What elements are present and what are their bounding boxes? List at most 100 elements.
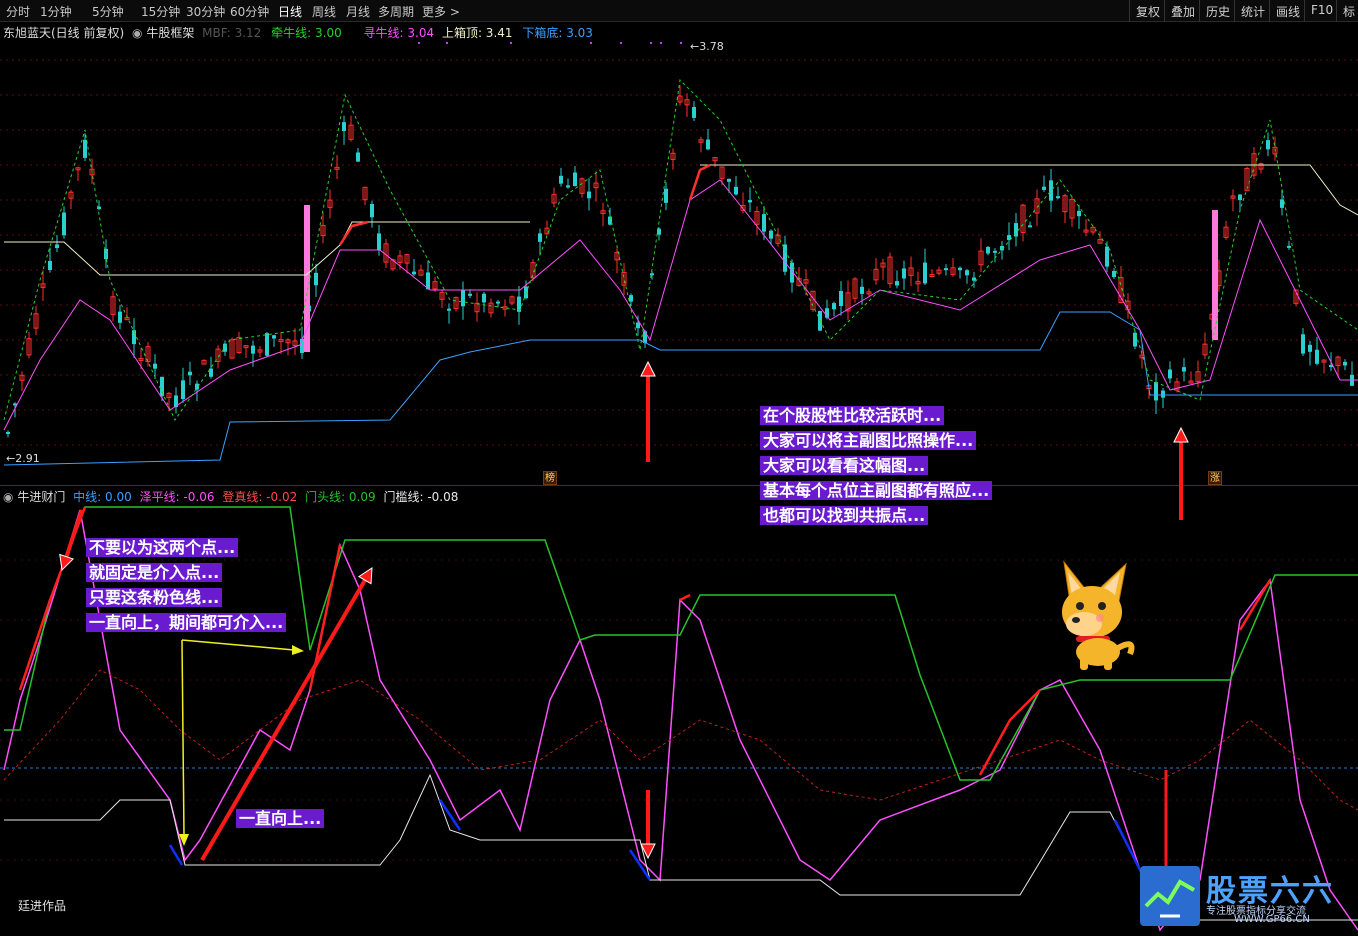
red-arrow-head bbox=[1173, 426, 1189, 443]
candle-body bbox=[965, 270, 969, 276]
signal-dot bbox=[510, 42, 512, 44]
candle-body bbox=[188, 371, 192, 376]
candle-body bbox=[636, 322, 640, 329]
candle-body bbox=[944, 268, 948, 271]
candle-body bbox=[342, 122, 346, 131]
highlight-segment bbox=[338, 220, 369, 246]
main-indicator-lines bbox=[3, 78, 1358, 466]
candle-body bbox=[895, 281, 899, 286]
yellow-pointer-head bbox=[292, 645, 304, 655]
candle-body bbox=[769, 230, 773, 239]
event-tag[interactable]: 涨 bbox=[1208, 471, 1222, 485]
candle-body bbox=[923, 262, 927, 284]
signal-dot bbox=[650, 42, 652, 44]
candle-body bbox=[958, 267, 962, 271]
candle-body bbox=[1056, 196, 1060, 199]
candle-body bbox=[1280, 199, 1284, 208]
arrow-left-icon: ← bbox=[6, 452, 16, 465]
box-top-line bbox=[700, 164, 1358, 216]
candle-body bbox=[1182, 367, 1186, 372]
signal-dot bbox=[590, 42, 592, 44]
event-tag[interactable]: 榜 bbox=[543, 471, 557, 485]
candle-body bbox=[1287, 245, 1291, 248]
arrow-left-icon: ← bbox=[690, 40, 700, 53]
candle-body bbox=[181, 380, 185, 400]
red-arrow-head bbox=[59, 553, 74, 572]
red-arrow-head bbox=[640, 360, 656, 377]
candle-body bbox=[265, 333, 269, 356]
candle-body bbox=[706, 139, 710, 150]
red-arrow bbox=[64, 509, 84, 558]
highlight-segment bbox=[688, 163, 711, 201]
candle-body bbox=[461, 289, 465, 307]
candle-body bbox=[566, 185, 570, 188]
candle-body bbox=[1161, 390, 1165, 398]
signal-dot bbox=[620, 42, 622, 44]
candle-body bbox=[629, 295, 633, 302]
menkan-low-segment bbox=[168, 844, 184, 866]
signal-dot bbox=[680, 42, 682, 44]
candle-body bbox=[1112, 270, 1116, 277]
high-price-label: ←3.78 bbox=[690, 40, 724, 53]
author-credit: 廷进作品 bbox=[18, 899, 67, 913]
yellow-pointer bbox=[181, 639, 295, 651]
candle-body bbox=[762, 214, 766, 232]
candle-body bbox=[692, 106, 696, 118]
signal-dot bbox=[446, 42, 448, 44]
candle-body bbox=[447, 308, 451, 311]
chart-canvas[interactable] bbox=[0, 0, 1358, 936]
stock-chart-icon bbox=[1140, 866, 1200, 926]
candle-body bbox=[1315, 349, 1319, 364]
candle-body bbox=[783, 244, 787, 272]
dengzhen-strong bbox=[679, 593, 691, 602]
candle-body bbox=[573, 172, 577, 187]
candle-body bbox=[902, 268, 906, 279]
candle-body bbox=[83, 139, 87, 158]
dog-mascot-icon bbox=[1062, 560, 1135, 670]
candle-body bbox=[734, 186, 738, 195]
candle-body bbox=[1077, 210, 1081, 217]
limit-up-bar bbox=[1212, 210, 1218, 340]
watermark-url: WWW.GP66.CN bbox=[1234, 914, 1310, 925]
candle-body bbox=[377, 233, 381, 251]
up-annotation: 一直向上... bbox=[236, 806, 325, 831]
pull-bull-line bbox=[3, 78, 1358, 422]
candle-body bbox=[650, 273, 654, 276]
candle-body bbox=[482, 293, 486, 303]
candle-body bbox=[1042, 186, 1046, 190]
candle-body bbox=[48, 260, 52, 270]
candle-body bbox=[587, 191, 591, 199]
limit-up-bar bbox=[304, 205, 310, 352]
watermark-logo: 股票六六 专注股票指标分享交流 WWW.GP66.CN bbox=[1140, 866, 1355, 928]
candle-body bbox=[972, 277, 976, 281]
candle-body bbox=[748, 200, 752, 203]
right-annotation: 在个股股性比较活跃时... 大家可以将主副图比照操作... 大家可以看看这幅图.… bbox=[760, 403, 993, 528]
candle-body bbox=[153, 363, 157, 369]
candle-body bbox=[1168, 369, 1172, 379]
left-annotation: 不要以为这两个点... 就固定是介入点... 只要这条粉色线... 一直向上，期… bbox=[86, 535, 287, 635]
low-price-label: ←2.91 bbox=[6, 452, 40, 465]
dengzhen-strong bbox=[978, 689, 1041, 776]
candle-body bbox=[468, 293, 472, 296]
candle-body bbox=[664, 188, 668, 203]
yellow-pointer bbox=[181, 639, 185, 837]
candle-body bbox=[55, 244, 59, 249]
candle-body bbox=[356, 152, 360, 162]
candle-body bbox=[1049, 180, 1053, 201]
candle-body bbox=[62, 212, 66, 236]
candle-body bbox=[727, 178, 731, 182]
candle-body bbox=[251, 345, 255, 354]
candle-body bbox=[1343, 361, 1347, 366]
candle-body bbox=[993, 250, 997, 253]
candle-body bbox=[496, 301, 500, 304]
candle-body bbox=[1105, 246, 1109, 267]
candle-body bbox=[860, 286, 864, 294]
candle-body bbox=[1266, 140, 1270, 150]
candle-body bbox=[986, 246, 990, 254]
signal-dot bbox=[418, 42, 420, 44]
candle-body bbox=[1308, 344, 1312, 352]
candle-body bbox=[412, 271, 416, 275]
candle-body bbox=[1028, 225, 1032, 228]
candle-body bbox=[6, 431, 10, 434]
candle-body bbox=[538, 233, 542, 242]
